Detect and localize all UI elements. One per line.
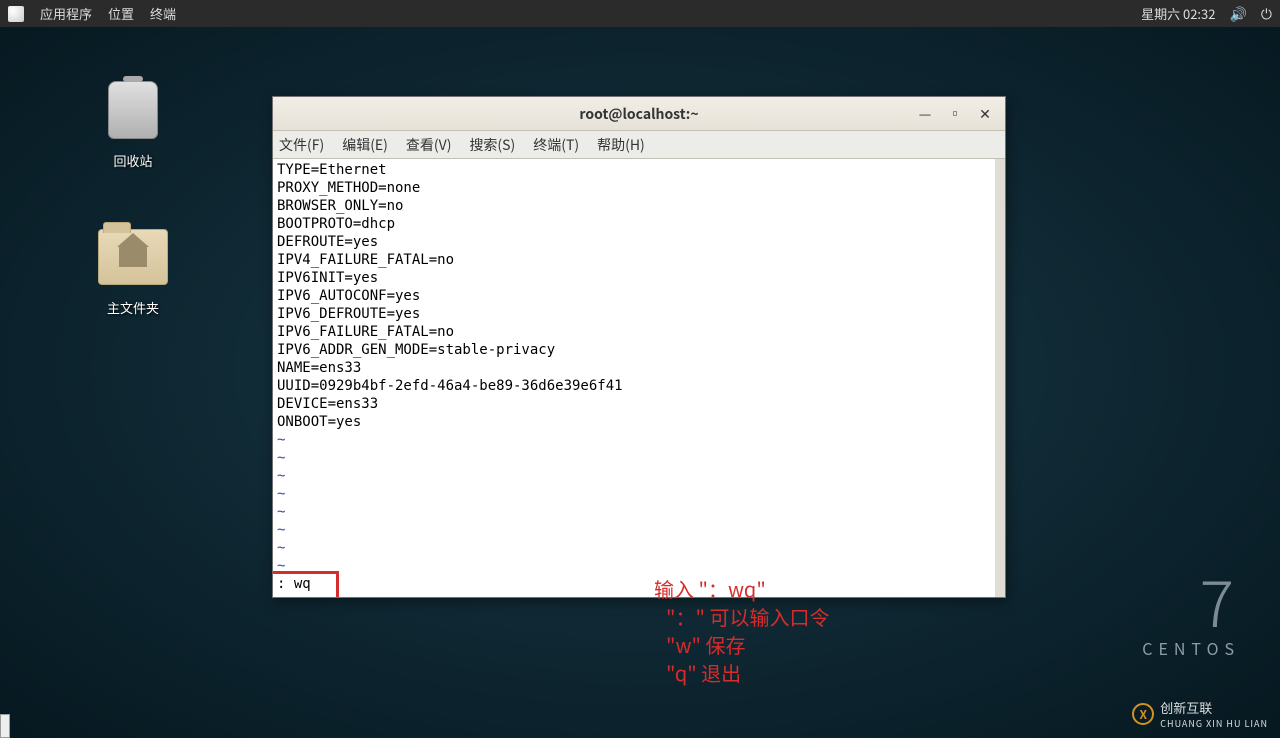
centos-name: CENTOS (1142, 636, 1240, 660)
vi-tilde-line: ~ (277, 431, 1001, 449)
annotation-2: "：" 可以输入口令 (666, 602, 829, 631)
maximize-button[interactable]: ▫ (947, 104, 963, 124)
menu-edit[interactable]: 编辑(E) (342, 135, 388, 155)
terminal-window: root@localhost:~ — ▫ ✕ 文件(F) 编辑(E) 查看(V)… (272, 96, 1006, 598)
terminal-body[interactable]: TYPE=EthernetPROXY_METHOD=noneBROWSER_ON… (273, 159, 1005, 597)
vi-tilde-line: ~ (277, 557, 1001, 575)
gnome-logo-icon (8, 6, 24, 22)
config-line: IPV6_DEFROUTE=yes (277, 305, 1001, 323)
menu-help[interactable]: 帮助(H) (597, 135, 645, 155)
scrollbar[interactable] (995, 159, 1005, 597)
config-line: IPV6_FAILURE_FATAL=no (277, 323, 1001, 341)
config-line: NAME=ens33 (277, 359, 1001, 377)
menu-terminal[interactable]: 终端 (150, 4, 176, 23)
top-panel: 应用程序 位置 终端 星期六 02:32 🔊 ⏻ (0, 0, 1280, 27)
vi-tilde-line: ~ (277, 485, 1001, 503)
vi-tilde-line: ~ (277, 539, 1001, 557)
config-line: DEVICE=ens33 (277, 395, 1001, 413)
config-line: IPV6_ADDR_GEN_MODE=stable-privacy (277, 341, 1001, 359)
menu-terminal-menu[interactable]: 终端(T) (533, 135, 579, 155)
menu-file[interactable]: 文件(F) (279, 135, 324, 155)
terminal-menubar: 文件(F) 编辑(E) 查看(V) 搜索(S) 终端(T) 帮助(H) (273, 131, 1005, 159)
annotation-4: "q" 退出 (666, 658, 741, 687)
window-controls: — ▫ ✕ (917, 104, 993, 124)
top-panel-left: 应用程序 位置 终端 (8, 4, 176, 23)
vi-command-text: : wq (277, 576, 311, 592)
config-line: IPV6_AUTOCONF=yes (277, 287, 1001, 305)
desktop-home-label: 主文件夹 (88, 298, 178, 317)
desktop-trash-label: 回收站 (88, 151, 178, 170)
config-line: ONBOOT=yes (277, 413, 1001, 431)
annotation-1: 输入 "：wq" (654, 574, 766, 603)
desktop-home[interactable]: 主文件夹 (88, 222, 178, 317)
menu-search[interactable]: 搜索(S) (469, 135, 515, 155)
watermark-logo-icon: X (1132, 703, 1154, 725)
trash-icon (98, 75, 168, 145)
config-line: TYPE=Ethernet (277, 161, 1001, 179)
terminal-content: TYPE=EthernetPROXY_METHOD=noneBROWSER_ON… (277, 161, 1001, 575)
watermark-main: 创新互联 (1160, 698, 1268, 717)
centos-version: 7 (1142, 568, 1240, 632)
config-line: UUID=0929b4bf-2efd-46a4-be89-36d6e39e6f4… (277, 377, 1001, 395)
clock[interactable]: 星期六 02:32 (1141, 4, 1215, 23)
vi-tilde-line: ~ (277, 449, 1001, 467)
desktop-trash[interactable]: 回收站 (88, 75, 178, 170)
window-titlebar[interactable]: root@localhost:~ — ▫ ✕ (273, 97, 1005, 131)
config-line: IPV4_FAILURE_FATAL=no (277, 251, 1001, 269)
close-button[interactable]: ✕ (977, 104, 993, 124)
menu-view[interactable]: 查看(V) (406, 135, 452, 155)
folder-icon (98, 222, 168, 292)
minimize-button[interactable]: — (917, 104, 933, 124)
centos-brand: 7 CENTOS (1142, 568, 1240, 660)
config-line: IPV6INIT=yes (277, 269, 1001, 287)
window-title: root@localhost:~ (273, 104, 1005, 124)
watermark-text: 创新互联 CHUANG XIN HU LIAN (1160, 698, 1268, 730)
vi-tilde-line: ~ (277, 521, 1001, 539)
config-line: DEFROUTE=yes (277, 233, 1001, 251)
volume-icon[interactable]: 🔊 (1229, 4, 1246, 24)
config-line: PROXY_METHOD=none (277, 179, 1001, 197)
menu-places[interactable]: 位置 (108, 4, 134, 23)
vi-tilde-line: ~ (277, 467, 1001, 485)
watermark-sub: CHUANG XIN HU LIAN (1160, 717, 1268, 730)
vi-command-line[interactable]: : wq (277, 575, 311, 593)
annotation-3: "w" 保存 (666, 630, 745, 659)
top-panel-right: 星期六 02:32 🔊 ⏻ (1141, 4, 1272, 24)
config-line: BOOTPROTO=dhcp (277, 215, 1001, 233)
watermark: X 创新互联 CHUANG XIN HU LIAN (1132, 698, 1268, 730)
power-icon[interactable]: ⏻ (1261, 4, 1272, 24)
config-line: BROWSER_ONLY=no (277, 197, 1001, 215)
taskbar-handle[interactable] (0, 714, 10, 738)
menu-applications[interactable]: 应用程序 (40, 4, 92, 23)
vi-tilde-line: ~ (277, 503, 1001, 521)
